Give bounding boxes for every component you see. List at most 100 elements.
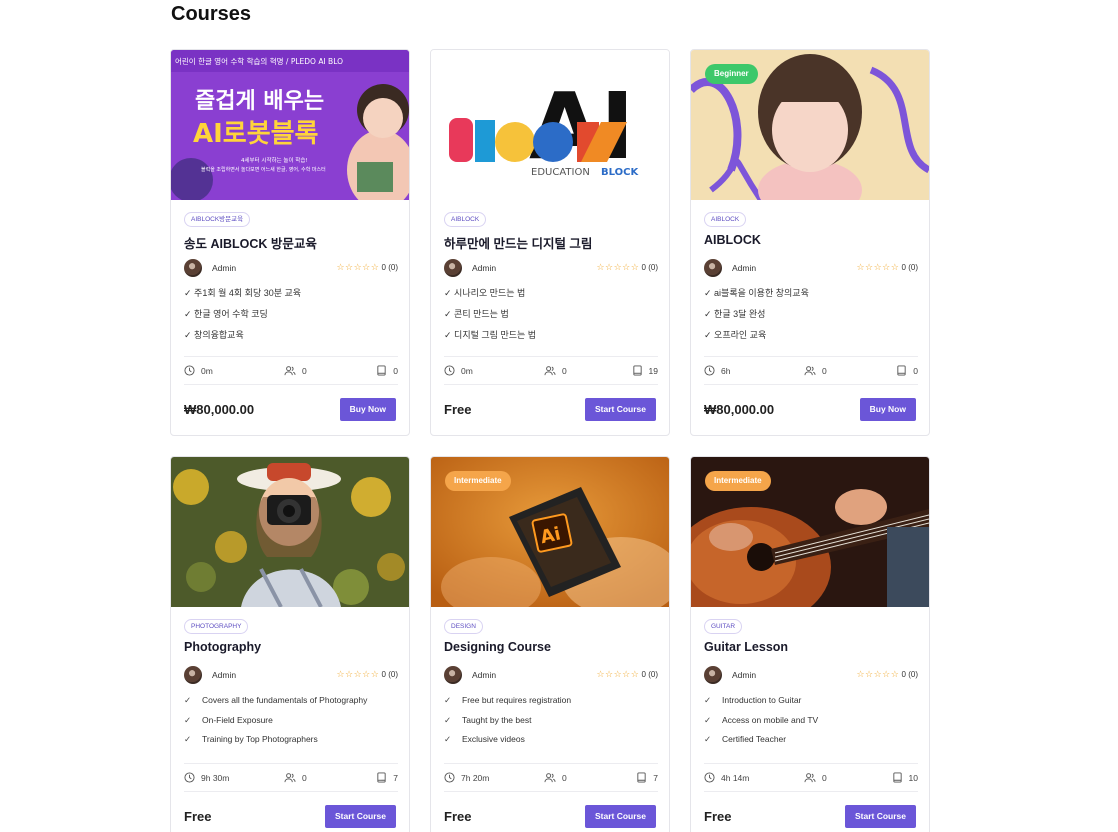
author-name[interactable]: Admin [212,670,236,680]
svg-text:4세부터 시작하는 놀이 학습!: 4세부터 시작하는 놀이 학습! [241,156,308,164]
author-row: Admin ☆☆☆☆☆ 0 (0) [444,666,658,684]
duration: 0m [184,365,213,376]
book-icon [637,772,646,783]
level-badge: Intermediate [445,471,511,491]
course-card[interactable]: PHOTOGRAPHY Photography Admin ☆☆☆☆☆ 0 (0… [170,456,410,832]
start-course-button[interactable]: Start Course [584,398,656,421]
buy-now-button[interactable]: Buy Now [339,398,396,421]
students: 0 [544,772,567,783]
svg-text:블럭을 조립하면서 놀다보면 어느새 한글, 영어, 수학: 블럭을 조립하면서 놀다보면 어느새 한글, 영어, 수학 마스터 [201,166,326,173]
feature-item: ✓ Certified Teacher [704,734,787,744]
author-name[interactable]: Admin [212,263,236,273]
course-card[interactable]: Ai Intermediate DESIGN Designing Course … [430,456,670,832]
course-meta: 7h 20m 0 7 [444,763,658,792]
category-tag[interactable]: AIBLOCK [444,212,487,227]
category-tag[interactable]: AIBLOCK방문교육 [184,212,251,227]
avatar [444,666,462,684]
feature-item: ✓ 한글 영어 수학 코딩 [184,309,268,319]
duration-value: 4h 14m [721,772,750,783]
rating-count: 0 (0) [381,263,398,272]
course-thumbnail[interactable]: Beginner [691,50,929,200]
price: ₩80,000.00 [704,402,775,417]
lessons: 7 [376,772,398,783]
duration: 9h 30m [184,772,229,783]
level-badge: Beginner [705,64,758,84]
course-card[interactable]: Intermediate GUITAR Guitar Lesson Admin … [690,456,930,832]
course-title[interactable]: 송도 AIBLOCK 방문교육 [184,233,317,252]
feature-list: ✓ Introduction to Guitar ✓ Access on mobil… [704,693,918,752]
course-title[interactable]: 하루만에 만드는 디지털 그림 [444,233,592,252]
course-thumbnail[interactable]: Intermediate [691,457,929,607]
start-course-button[interactable]: Start Course [324,805,396,828]
price: Free [444,402,472,417]
rating: ☆☆☆☆☆ 0 (0) [596,669,658,680]
duration-value: 0m [461,365,473,376]
feature-item: ✓ 주1회 월 4회 회당 30분 교육 [184,288,302,298]
users-icon [804,773,816,783]
clock-icon [704,365,715,376]
students: 0 [804,365,827,376]
author-name[interactable]: Admin [732,670,756,680]
duration-value: 7h 20m [461,772,490,783]
course-thumbnail[interactable]: 어린이 한글 영어 수학 학습의 혁명 / PLEDO AI BLO 즐겁게 배… [171,50,409,200]
level-badge: Intermediate [705,471,771,491]
author-row: Admin ☆☆☆☆☆ 0 (0) [704,259,918,277]
author-name[interactable]: Admin [472,263,496,273]
star-icon: ☆☆☆☆☆ [856,669,900,679]
feature-item: ✓ Exclusive videos [444,734,525,744]
feature-item: ✓ On-Field Exposure [184,714,273,725]
start-course-button[interactable]: Start Course [844,805,916,828]
author-row: Admin ☆☆☆☆☆ 0 (0) [444,259,658,277]
start-course-button[interactable]: Start Course [584,805,656,828]
course-thumbnail[interactable] [171,457,409,607]
check-icon: ✓ [704,734,712,744]
duration-value: 9h 30m [201,772,230,783]
author-name[interactable]: Admin [732,263,756,273]
svg-text:즐겁게 배우는: 즐겁게 배우는 [195,89,324,114]
price: ₩80,000.00 [184,402,255,417]
category-tag[interactable]: PHOTOGRAPHY [184,619,249,634]
rating: ☆☆☆☆☆ 0 (0) [596,262,658,273]
author-row: Admin ☆☆☆☆☆ 0 (0) [184,666,398,684]
feature-item: ✓ ai블록을 이용한 창의교육 [704,288,809,298]
check-icon: ✓ [444,714,452,725]
book-icon [377,772,386,783]
course-title[interactable]: Designing Course [444,640,551,654]
lessons: 0 [896,365,918,376]
users-icon [284,773,296,783]
author-name[interactable]: Admin [472,670,496,680]
lessons-value: 0 [393,365,398,376]
course-title[interactable]: AIBLOCK [704,233,761,247]
star-icon: ☆☆☆☆☆ [336,669,380,679]
course-card[interactable]: Beginner AIBLOCK AIBLOCK Admin ☆☆☆☆☆ 0 (… [690,49,930,436]
course-card[interactable]: 어린이 한글 영어 수학 학습의 혁명 / PLEDO AI BLO 즐겁게 배… [170,49,410,436]
book-icon [897,365,906,376]
check-icon: ✓ [444,734,452,744]
category-tag[interactable]: DESIGN [444,619,483,634]
rating-count: 0 (0) [901,670,918,679]
feature-item: ✓ Training by Top Photographers [184,734,318,744]
course-meta: 9h 30m 0 7 [184,763,398,792]
category-tag[interactable]: AIBLOCK [704,212,747,227]
clock-icon [444,772,455,783]
book-icon [632,365,642,376]
students: 0 [544,365,567,376]
buy-now-button[interactable]: Buy Now [859,398,916,421]
lessons-value: 7 [653,772,658,783]
course-meta: 0m 0 19 [444,356,658,385]
lessons: 19 [632,365,658,376]
feature-item: ✓ 한글 3달 완성 [704,309,766,319]
feature-list: ✓ ai블록을 이용한 창의교육 ✓ 한글 3달 완성 ✓ 오프라인 교육 [704,286,918,349]
duration: 4h 14m [704,772,749,783]
course-title[interactable]: Photography [184,640,261,654]
course-card[interactable]: AI EDUCATION BLOCK AIBLOCK 하루만에 만드는 디지털 … [430,49,670,436]
course-thumbnail[interactable]: Ai Intermediate [431,457,669,607]
check-icon: ✓ [184,714,192,725]
rating-count: 0 (0) [901,263,918,272]
category-tag[interactable]: GUITAR [704,619,743,634]
course-title[interactable]: Guitar Lesson [704,640,788,654]
duration: 7h 20m [444,772,489,783]
rating-count: 0 (0) [641,670,658,679]
course-thumbnail[interactable]: AI EDUCATION BLOCK [431,50,669,200]
users-icon [544,773,556,783]
